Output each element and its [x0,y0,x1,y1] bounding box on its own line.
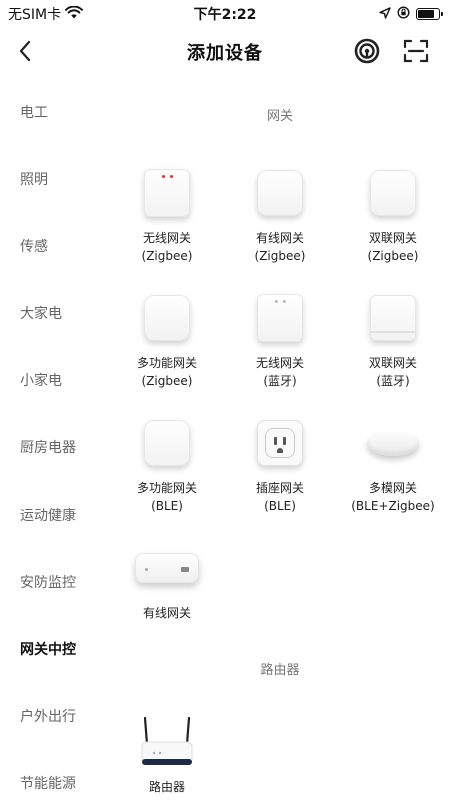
device-name: 插座网关 [255,481,304,495]
device-multifunction-gateway-zigbee[interactable]: 多功能网关 (Zigbee) [112,288,222,390]
device-name: 多功能网关 [136,356,197,370]
gateway-device-icon [370,170,416,216]
device-router[interactable]: 路由器 [112,712,222,796]
device-wired-gateway[interactable]: 有线网关 [112,538,222,622]
puck-device-icon [367,430,419,456]
status-right [379,4,443,23]
device-protocol: (Zigbee) [367,249,419,263]
device-image [225,288,335,348]
device-image [225,413,335,473]
device-name: 双联网关 [368,356,417,370]
gateway-device-icon [370,295,416,341]
sidebar-item-small-appliances[interactable]: 小家电 [20,370,62,390]
device-name: 路由器 [148,780,185,794]
device-name: 无线网关 [255,356,304,370]
sidebar-item-energy[interactable]: 节能能源 [20,773,76,793]
device-image [112,413,222,473]
orientation-lock-icon [397,4,410,23]
device-protocol: (蓝牙) [263,374,297,388]
status-bar: 无SIM卡 下午2:22 [0,0,450,26]
device-image [112,712,222,772]
sidebar-item-gateway-hub[interactable]: 网关中控 [20,639,76,659]
battery-fill [418,9,434,18]
nfc-button[interactable] [352,36,382,66]
device-image [112,538,222,598]
device-image [338,413,448,473]
device-multimode-gateway[interactable]: 多模网关 (BLE+Zigbee) [338,413,448,515]
device-protocol: (蓝牙) [376,374,410,388]
device-protocol: (Zigbee) [141,374,193,388]
device-protocol: (BLE) [264,499,296,513]
device-name: 无线网关 [142,231,191,245]
device-image [112,163,222,223]
device-multifunction-gateway-ble[interactable]: 多功能网关 (BLE) [112,413,222,515]
gateway-device-icon [144,420,190,466]
device-protocol: (BLE+Zigbee) [351,499,435,513]
gateway-device-icon [257,170,303,216]
router-device-icon [141,716,193,765]
gateway-device-icon [144,295,190,341]
page-title: 添加设备 [187,43,263,64]
device-protocol: (BLE) [151,499,183,513]
device-name: 多模网关 [368,481,417,495]
device-wireless-gateway-bluetooth[interactable]: 无线网关 (蓝牙) [225,288,335,390]
sidebar-item-major-appliances[interactable]: 大家电 [20,303,62,323]
device-protocol: (Zigbee) [141,249,193,263]
device-name: 多功能网关 [136,481,197,495]
scan-icon [403,39,429,63]
device-name: 双联网关 [368,231,417,245]
device-name: 有线网关 [255,231,304,245]
gateway-device-icon [257,294,303,342]
sidebar-item-outdoor[interactable]: 户外出行 [20,706,76,726]
sidebar-item-sports-health[interactable]: 运动健康 [20,505,76,525]
device-socket-gateway-ble[interactable]: 插座网关 (BLE) [225,413,335,515]
device-wireless-gateway-zigbee[interactable]: 无线网关 (Zigbee) [112,163,222,265]
device-image [338,288,448,348]
sidebar-item-electrical[interactable]: 电工 [20,102,48,122]
location-icon [379,4,391,23]
device-protocol: (Zigbee) [254,249,306,263]
battery-icon [416,7,443,20]
socket-device-icon [257,420,303,466]
sidebar-item-security[interactable]: 安防监控 [20,572,76,592]
sidebar-item-sensors[interactable]: 传感 [20,236,48,256]
section-title-gateway: 网关 [266,109,293,124]
scan-button[interactable] [401,36,431,66]
device-wired-gateway-zigbee[interactable]: 有线网关 (Zigbee) [225,163,335,265]
device-name: 有线网关 [142,606,191,620]
device-image [112,288,222,348]
device-image [338,163,448,223]
device-dual-gateway-bluetooth[interactable]: 双联网关 (蓝牙) [338,288,448,390]
device-dual-gateway-zigbee[interactable]: 双联网关 (Zigbee) [338,163,448,265]
device-image [225,163,335,223]
gateway-device-icon [144,169,190,217]
section-title-router: 路由器 [260,663,300,678]
nav-bar: 添加设备 [0,28,450,74]
flat-gateway-device-icon [135,553,199,583]
nfc-icon [354,38,380,64]
sidebar-item-lighting[interactable]: 照明 [20,169,48,189]
sidebar-item-kitchen[interactable]: 厨房电器 [20,437,76,457]
